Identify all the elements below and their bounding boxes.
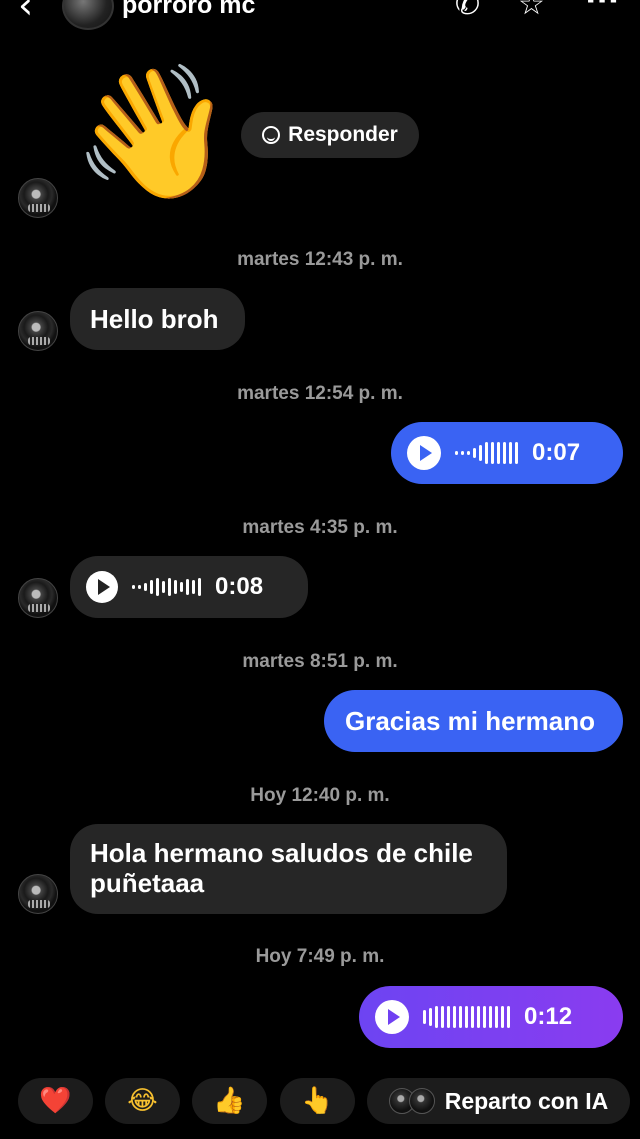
incoming-message[interactable]: Hola hermano saludos de chile puñetaaa [70,824,507,914]
message-text: Hola hermano saludos de chile [90,838,473,868]
avatar[interactable] [18,578,58,618]
voice-duration: 0:12 [524,1003,573,1030]
waveform [455,438,518,468]
avatar[interactable] [18,874,58,914]
avatar-pair [388,1088,435,1114]
message-text: Gracias mi hermano [345,706,595,736]
voice-duration: 0:07 [532,439,581,466]
wave-emoji-message[interactable]: 👋 [72,52,234,212]
reply-button[interactable]: Responder [241,112,419,158]
ai-cast-label: Reparto con IA [444,1087,609,1114]
timestamp: martes 12:54 p. m. [237,383,403,404]
star-icon: ☆ [518,0,545,22]
reaction-point-button[interactable]: 👆 [280,1078,355,1124]
avatar[interactable] [18,178,58,218]
play-icon[interactable] [375,1000,409,1034]
waveform [423,1002,510,1032]
outgoing-message[interactable]: Gracias mi hermano [324,690,623,752]
phone-icon: ✆ [455,0,481,22]
ai-cast-button[interactable]: Reparto con IA [367,1078,630,1124]
incoming-voice-message[interactable]: 0:08 [70,556,308,618]
smiley-icon [262,126,281,144]
back-button[interactable]: ‹ [18,0,33,24]
play-icon[interactable] [86,571,118,603]
laughing-face-icon: 😂 [127,1086,158,1116]
outgoing-voice-message[interactable]: 0:07 [391,422,623,484]
reply-label: Responder [288,123,398,146]
timestamp: Hoy 7:49 p. m. [255,946,385,967]
thumbs-up-icon: 👍 [213,1086,246,1116]
call-button[interactable]: ✆ [455,0,480,22]
message-text: Hello broh [90,304,219,334]
more-options-button[interactable]: ··· [585,0,619,18]
reaction-thumbs-up-button[interactable]: 👍 [192,1078,267,1124]
timestamp: martes 4:35 p. m. [242,517,398,538]
avatar[interactable] [18,311,58,351]
favorite-button[interactable]: ☆ [518,0,545,22]
contact-name[interactable]: porroro mc [122,0,255,20]
timestamp: martes 12:43 p. m. [237,249,403,270]
reaction-laugh-button[interactable]: 😂 [105,1078,180,1124]
message-text: puñetaaa [90,868,205,898]
timestamp: martes 8:51 p. m. [242,651,398,672]
waveform [132,572,201,602]
incoming-message[interactable]: Hello broh [70,288,245,350]
outgoing-voice-message[interactable]: 0:12 [359,986,623,1048]
pointing-up-icon: 👆 [301,1086,334,1116]
heart-icon: ❤️ [39,1086,72,1116]
contact-avatar[interactable] [62,0,114,30]
voice-duration: 0:08 [215,573,264,600]
timestamp: Hoy 12:40 p. m. [250,785,390,806]
chevron-left-icon: ‹ [18,0,34,27]
reaction-heart-button[interactable]: ❤️ [18,1078,93,1124]
more-icon: ··· [585,0,620,18]
play-icon[interactable] [407,436,441,470]
avatar [408,1088,435,1114]
